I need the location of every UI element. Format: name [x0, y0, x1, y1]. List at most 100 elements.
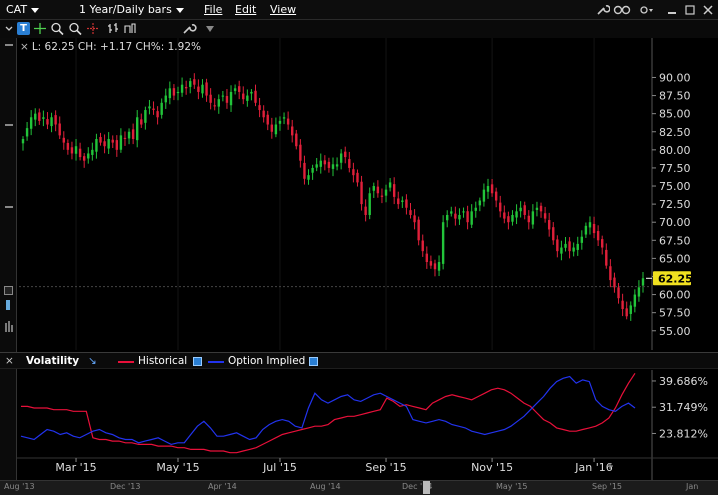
candle-body — [417, 219, 420, 241]
close-icon[interactable] — [701, 4, 715, 16]
indicator-icon[interactable] — [122, 21, 138, 36]
candle-body — [474, 207, 477, 211]
text-tool-icon[interactable]: T — [17, 22, 30, 35]
restore-icon[interactable] — [683, 4, 697, 16]
candle-body — [437, 262, 441, 271]
settings-arrow-icon[interactable]: ↘ — [88, 353, 97, 370]
candle-body — [99, 137, 102, 143]
candle-body — [368, 193, 371, 216]
x-tick-label: Jul '15 — [262, 461, 297, 474]
candle-body — [66, 142, 70, 150]
candle-body — [564, 243, 567, 248]
vol-tick-label: 39.686% — [659, 375, 708, 388]
price-chart-panel[interactable]: 90.00 87.50 85.00 82.50 80.00 77.50 75.00 72.50… — [17, 38, 718, 350]
candle-body — [140, 119, 143, 125]
candle-body — [576, 243, 579, 250]
candle-body — [462, 211, 465, 213]
collapse-panel-icon[interactable] — [4, 286, 13, 295]
candle-body — [397, 198, 400, 205]
menu-file[interactable]: File — [204, 0, 222, 20]
dropdown-arrow-icon[interactable] — [202, 21, 218, 36]
candle-body — [291, 126, 294, 136]
period-selector[interactable]: 1 Year/Daily bars — [79, 0, 184, 20]
title-bar: CAT 1 Year/Daily bars File Edit View — [0, 0, 718, 20]
candle-body — [136, 117, 139, 141]
menu-view-label: View — [270, 3, 297, 16]
candle-body — [172, 88, 176, 96]
price-tick-label: 80.00 — [659, 144, 691, 157]
implied-checkbox[interactable] — [309, 357, 318, 366]
candle-body — [21, 138, 25, 144]
wrench-icon[interactable] — [181, 21, 197, 36]
x-tick-label: Jan '16 — [574, 461, 612, 474]
close-readout-icon[interactable]: × — [20, 41, 29, 53]
chevron-down-icon[interactable] — [1, 21, 17, 36]
menu-edit[interactable]: Edit — [235, 0, 256, 20]
navigator-thumb[interactable] — [423, 481, 430, 494]
menu-file-label: File — [204, 3, 223, 16]
time-navigator[interactable]: Aug '13 Dec '13 Apr '14 Aug '14 Dec '14 … — [0, 480, 718, 495]
candle-body — [176, 91, 180, 94]
cursor-icon[interactable] — [85, 21, 101, 36]
menu-view[interactable]: View — [270, 0, 296, 20]
implied-volatility-line — [20, 375, 636, 446]
candle-body — [225, 96, 229, 103]
nav-label: Aug '13 — [4, 482, 35, 491]
price-tick-label: 82.50 — [659, 126, 691, 139]
candle-body — [413, 215, 416, 223]
wrench-icon[interactable] — [596, 4, 611, 16]
candle-body — [107, 138, 110, 149]
x-tick-label: Nov '15 — [471, 461, 513, 474]
candle-body — [637, 287, 641, 297]
price-tick-label: 72.50 — [659, 198, 691, 211]
volatility-header: × Volatility ↘ Historical Option Implied — [0, 352, 718, 369]
candle-body — [507, 216, 510, 223]
minimize-icon[interactable] — [665, 4, 679, 16]
candle-body — [180, 84, 184, 93]
candle-body — [592, 223, 596, 234]
candle-body — [331, 164, 335, 169]
zoom-out-icon[interactable] — [67, 21, 83, 36]
candle-body — [527, 215, 530, 223]
candle-body — [156, 111, 159, 118]
candle-body — [184, 86, 188, 89]
symbol-selector[interactable]: CAT — [6, 0, 40, 20]
bars-icon[interactable] — [4, 320, 14, 332]
candle-body — [466, 211, 469, 223]
historical-volatility-line — [21, 372, 636, 454]
candle-body — [34, 113, 37, 120]
period-label: 1 Year/Daily bars — [79, 3, 172, 16]
candle-body — [274, 124, 278, 135]
candle-body — [123, 137, 127, 139]
candle-body — [458, 214, 461, 220]
scroll-handle-icon[interactable] — [6, 300, 10, 310]
close-volatility-icon[interactable]: × — [5, 353, 14, 370]
nav-label: Dec '13 — [110, 482, 141, 491]
candle-body — [535, 207, 539, 210]
candle-body — [95, 138, 98, 152]
candle-body — [401, 200, 404, 202]
strip-marker — [5, 206, 13, 208]
zoom-in-icon[interactable] — [49, 21, 65, 36]
candle-body — [262, 110, 265, 118]
crosshair-icon[interactable] — [32, 21, 48, 36]
volatility-chart-svg[interactable]: 39.686% 31.749% 23.812% Mar '15 May '15 Jul '… — [17, 370, 718, 480]
candle-body — [315, 164, 318, 168]
dropdown-icon[interactable] — [640, 4, 654, 16]
price-tick-label: 57.50 — [659, 307, 691, 320]
link-icon[interactable] — [613, 4, 631, 16]
bar-type-icon[interactable] — [105, 21, 121, 36]
candle-body — [270, 124, 274, 132]
candle-body — [441, 222, 445, 264]
nav-label: May '15 — [496, 482, 528, 491]
candle-body — [193, 79, 196, 85]
candle-body — [356, 172, 359, 183]
x-tick-label: Mar '15 — [55, 461, 96, 474]
candle-body — [601, 239, 604, 248]
strip-marker — [5, 124, 13, 126]
historical-checkbox[interactable] — [193, 357, 202, 366]
historical-swatch — [118, 361, 134, 363]
candle-body — [205, 82, 208, 96]
candle-body — [144, 110, 147, 123]
candle-body — [217, 99, 220, 107]
